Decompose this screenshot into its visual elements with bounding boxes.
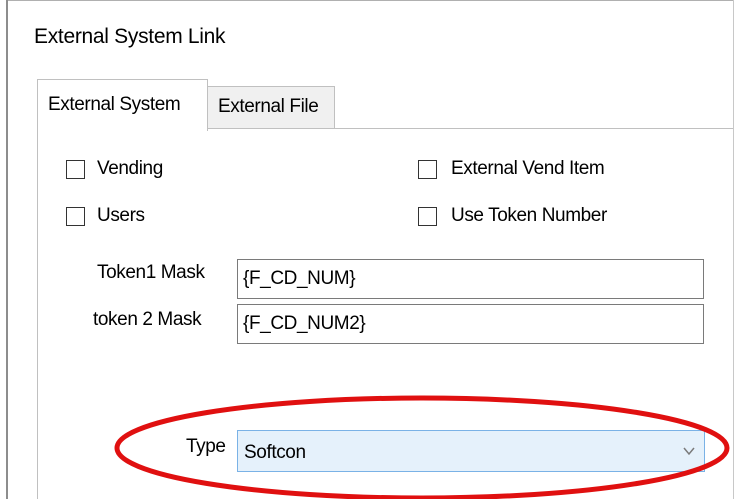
tab-panel-left-border <box>37 128 38 499</box>
window-right-border <box>733 0 734 499</box>
chevron-down-icon[interactable] <box>682 444 696 458</box>
external-vend-item-checkbox-box[interactable] <box>418 159 437 179</box>
vending-checkbox[interactable]: Vending <box>66 158 163 180</box>
use-token-number-checkbox-box[interactable] <box>418 206 437 226</box>
token2-mask-label: token 2 Mask <box>93 309 202 330</box>
vending-checkbox-label: Vending <box>97 158 163 179</box>
tab-external-file[interactable]: External File <box>207 86 335 128</box>
type-select[interactable]: Softcon <box>237 430 705 472</box>
use-token-number-checkbox-label: Use Token Number <box>451 205 607 226</box>
vending-checkbox-box[interactable] <box>66 159 85 179</box>
use-token-number-checkbox[interactable]: Use Token Number <box>418 205 607 227</box>
external-vend-item-checkbox-label: External Vend Item <box>451 158 605 179</box>
users-checkbox-label: Users <box>97 205 145 226</box>
window-title: External System Link <box>34 25 226 48</box>
window-top-border <box>6 0 734 1</box>
token1-mask-input[interactable] <box>237 259 704 299</box>
tab-external-system[interactable]: External System <box>37 79 208 131</box>
type-select-value: Softcon <box>244 442 306 463</box>
window-left-border <box>6 0 8 499</box>
external-system-link-dialog: External System Link External System Ext… <box>0 0 743 499</box>
users-checkbox[interactable]: Users <box>66 205 145 227</box>
external-vend-item-checkbox[interactable]: External Vend Item <box>418 158 605 180</box>
type-label: Type <box>186 436 226 457</box>
token1-mask-label: Token1 Mask <box>97 262 205 283</box>
token2-mask-input[interactable] <box>237 304 704 344</box>
users-checkbox-box[interactable] <box>66 206 85 226</box>
